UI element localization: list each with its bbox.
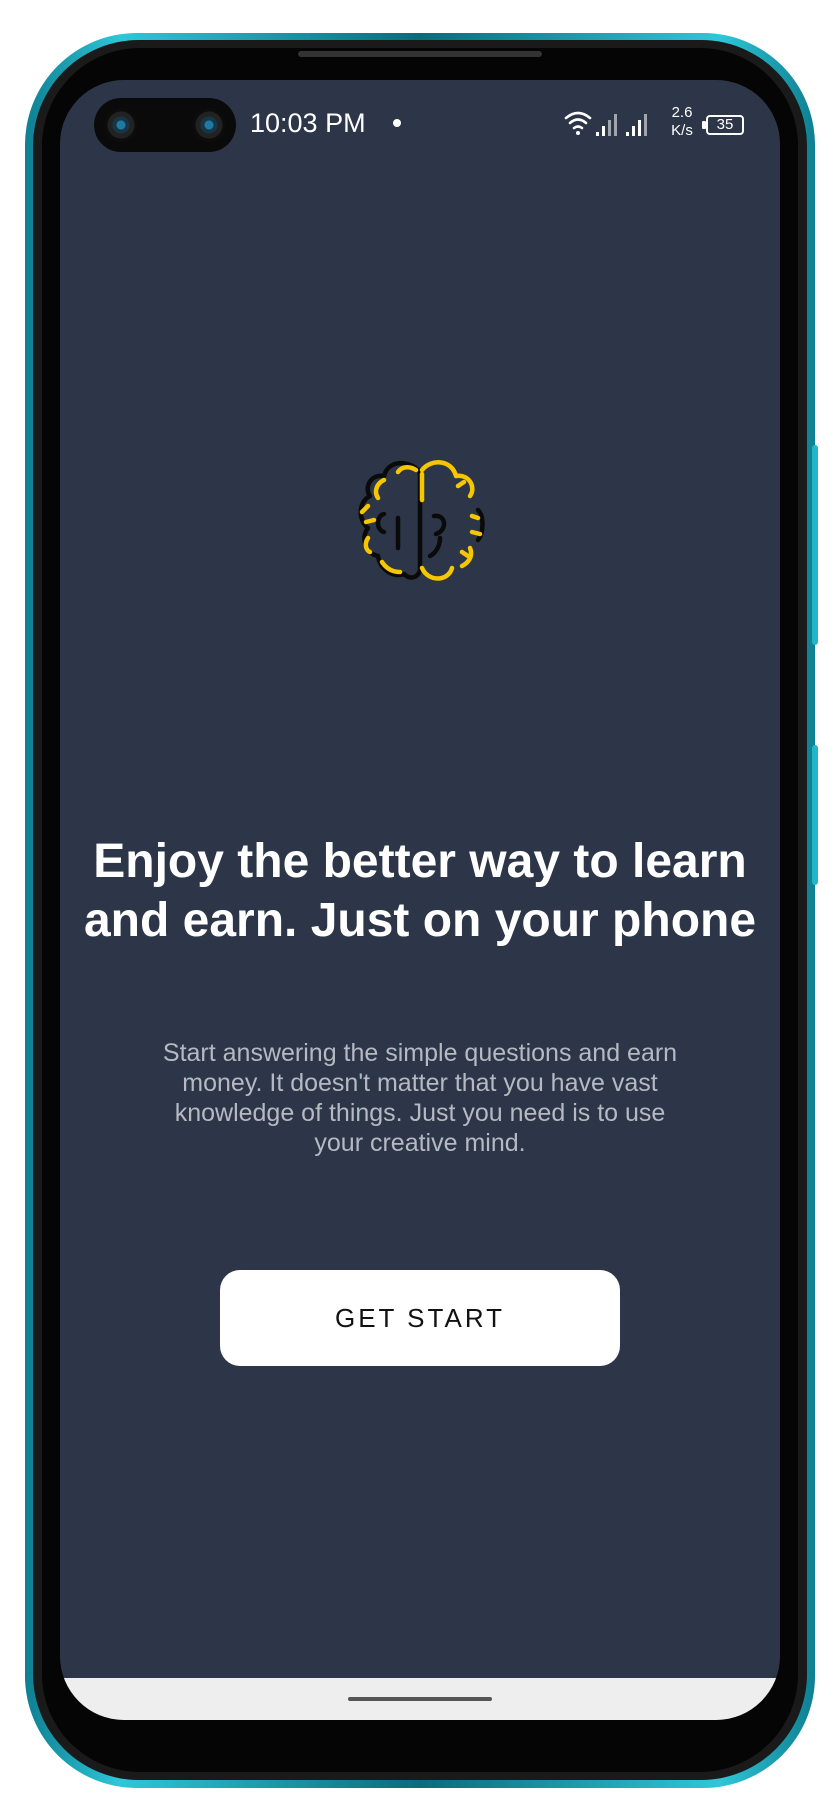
battery-icon: 35 [706, 115, 744, 135]
side-button-power [812, 445, 818, 645]
get-start-button[interactable]: GET START [220, 1270, 620, 1366]
notification-dot-icon [393, 119, 401, 127]
camera-cutout [94, 98, 236, 152]
onboarding-description: Start answering the simple questions and… [162, 1039, 678, 1157]
signal-icon [626, 114, 647, 136]
phone-screen: 10:03 PM 2.6 K/s 35 Enjoy the better way… [60, 80, 780, 1720]
side-button-volume [812, 745, 818, 885]
onboarding-headline: Enjoy the better way to learn and earn. … [83, 835, 757, 947]
navigation-bar [60, 1678, 780, 1720]
earpiece-speaker [298, 51, 542, 57]
battery-level: 35 [716, 116, 734, 133]
brain-icon [358, 460, 485, 581]
home-gesture-handle[interactable] [348, 1697, 492, 1701]
wifi-icon [564, 111, 592, 135]
network-speed-value: 2.6 [671, 104, 693, 121]
signal-icon [596, 114, 617, 136]
camera-lens-icon [192, 108, 226, 142]
status-time: 10:03 PM [250, 108, 366, 138]
camera-lens-icon [104, 108, 138, 142]
network-speed: 2.6 K/s [665, 104, 699, 140]
network-speed-unit: K/s [671, 122, 693, 139]
